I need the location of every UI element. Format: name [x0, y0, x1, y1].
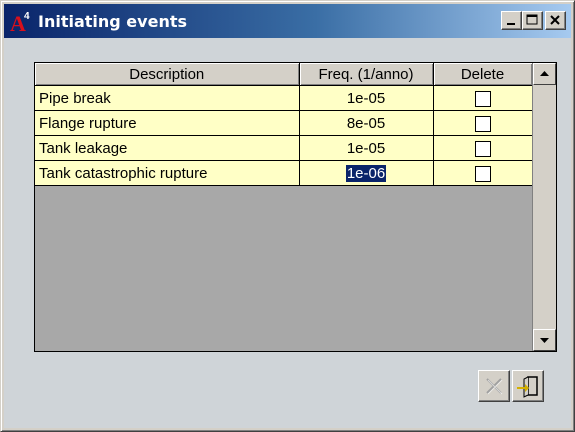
- minimize-button[interactable]: [501, 11, 522, 30]
- exit-door-icon: [517, 376, 538, 398]
- delete-selected-button[interactable]: [478, 370, 510, 402]
- cell-frequency[interactable]: 1e-05: [299, 85, 434, 111]
- delete-checkbox[interactable]: [474, 165, 491, 182]
- events-grid: Description Freq. (1/anno) Delete Pipe b…: [34, 62, 557, 352]
- cell-delete: [433, 85, 533, 111]
- window-title: Initiating events: [38, 12, 187, 31]
- column-header-delete[interactable]: Delete: [433, 63, 533, 86]
- maximize-icon: [526, 14, 538, 25]
- cell-delete: [433, 160, 533, 186]
- arrow-down-icon: [540, 338, 549, 343]
- exit-button[interactable]: [512, 370, 544, 402]
- cell-description[interactable]: Tank leakage: [35, 135, 300, 161]
- cell-frequency-editing[interactable]: 1e-06: [299, 160, 434, 186]
- initiating-events-window: A 4 Initiating events Description Freq. …: [0, 0, 575, 432]
- cell-delete: [433, 135, 533, 161]
- maximize-button[interactable]: [522, 11, 543, 30]
- app-logo-icon: A 4: [10, 10, 34, 36]
- svg-text:4: 4: [24, 11, 30, 22]
- delete-checkbox[interactable]: [474, 140, 491, 157]
- selected-frequency-text[interactable]: 1e-06: [345, 164, 387, 182]
- cell-delete: [433, 110, 533, 136]
- close-button[interactable]: [545, 11, 566, 30]
- scroll-down-button[interactable]: [533, 329, 556, 351]
- table-row[interactable]: Pipe break 1e-05: [35, 85, 533, 111]
- scroll-up-button[interactable]: [533, 63, 556, 85]
- scroll-track[interactable]: [533, 85, 556, 329]
- cell-description[interactable]: Pipe break: [35, 85, 300, 111]
- table-row[interactable]: Tank leakage 1e-05: [35, 135, 533, 161]
- cell-frequency[interactable]: 1e-05: [299, 135, 434, 161]
- close-icon: [550, 15, 560, 25]
- column-header-frequency[interactable]: Freq. (1/anno): [299, 63, 434, 86]
- cell-description[interactable]: Tank catastrophic rupture: [35, 160, 300, 186]
- arrow-up-icon: [540, 71, 549, 76]
- x-icon: [486, 378, 503, 395]
- cell-description[interactable]: Flange rupture: [35, 110, 300, 136]
- grid-header-row: Description Freq. (1/anno) Delete: [35, 63, 533, 86]
- vertical-scrollbar[interactable]: [532, 63, 556, 351]
- table-row[interactable]: Tank catastrophic rupture 1e-06: [35, 160, 533, 186]
- title-bar[interactable]: A 4 Initiating events: [4, 4, 571, 38]
- delete-checkbox[interactable]: [474, 90, 491, 107]
- column-header-description[interactable]: Description: [35, 63, 300, 86]
- minimize-icon: [507, 23, 515, 25]
- cell-frequency[interactable]: 8e-05: [299, 110, 434, 136]
- table-row[interactable]: Flange rupture 8e-05: [35, 110, 533, 136]
- delete-checkbox[interactable]: [474, 115, 491, 132]
